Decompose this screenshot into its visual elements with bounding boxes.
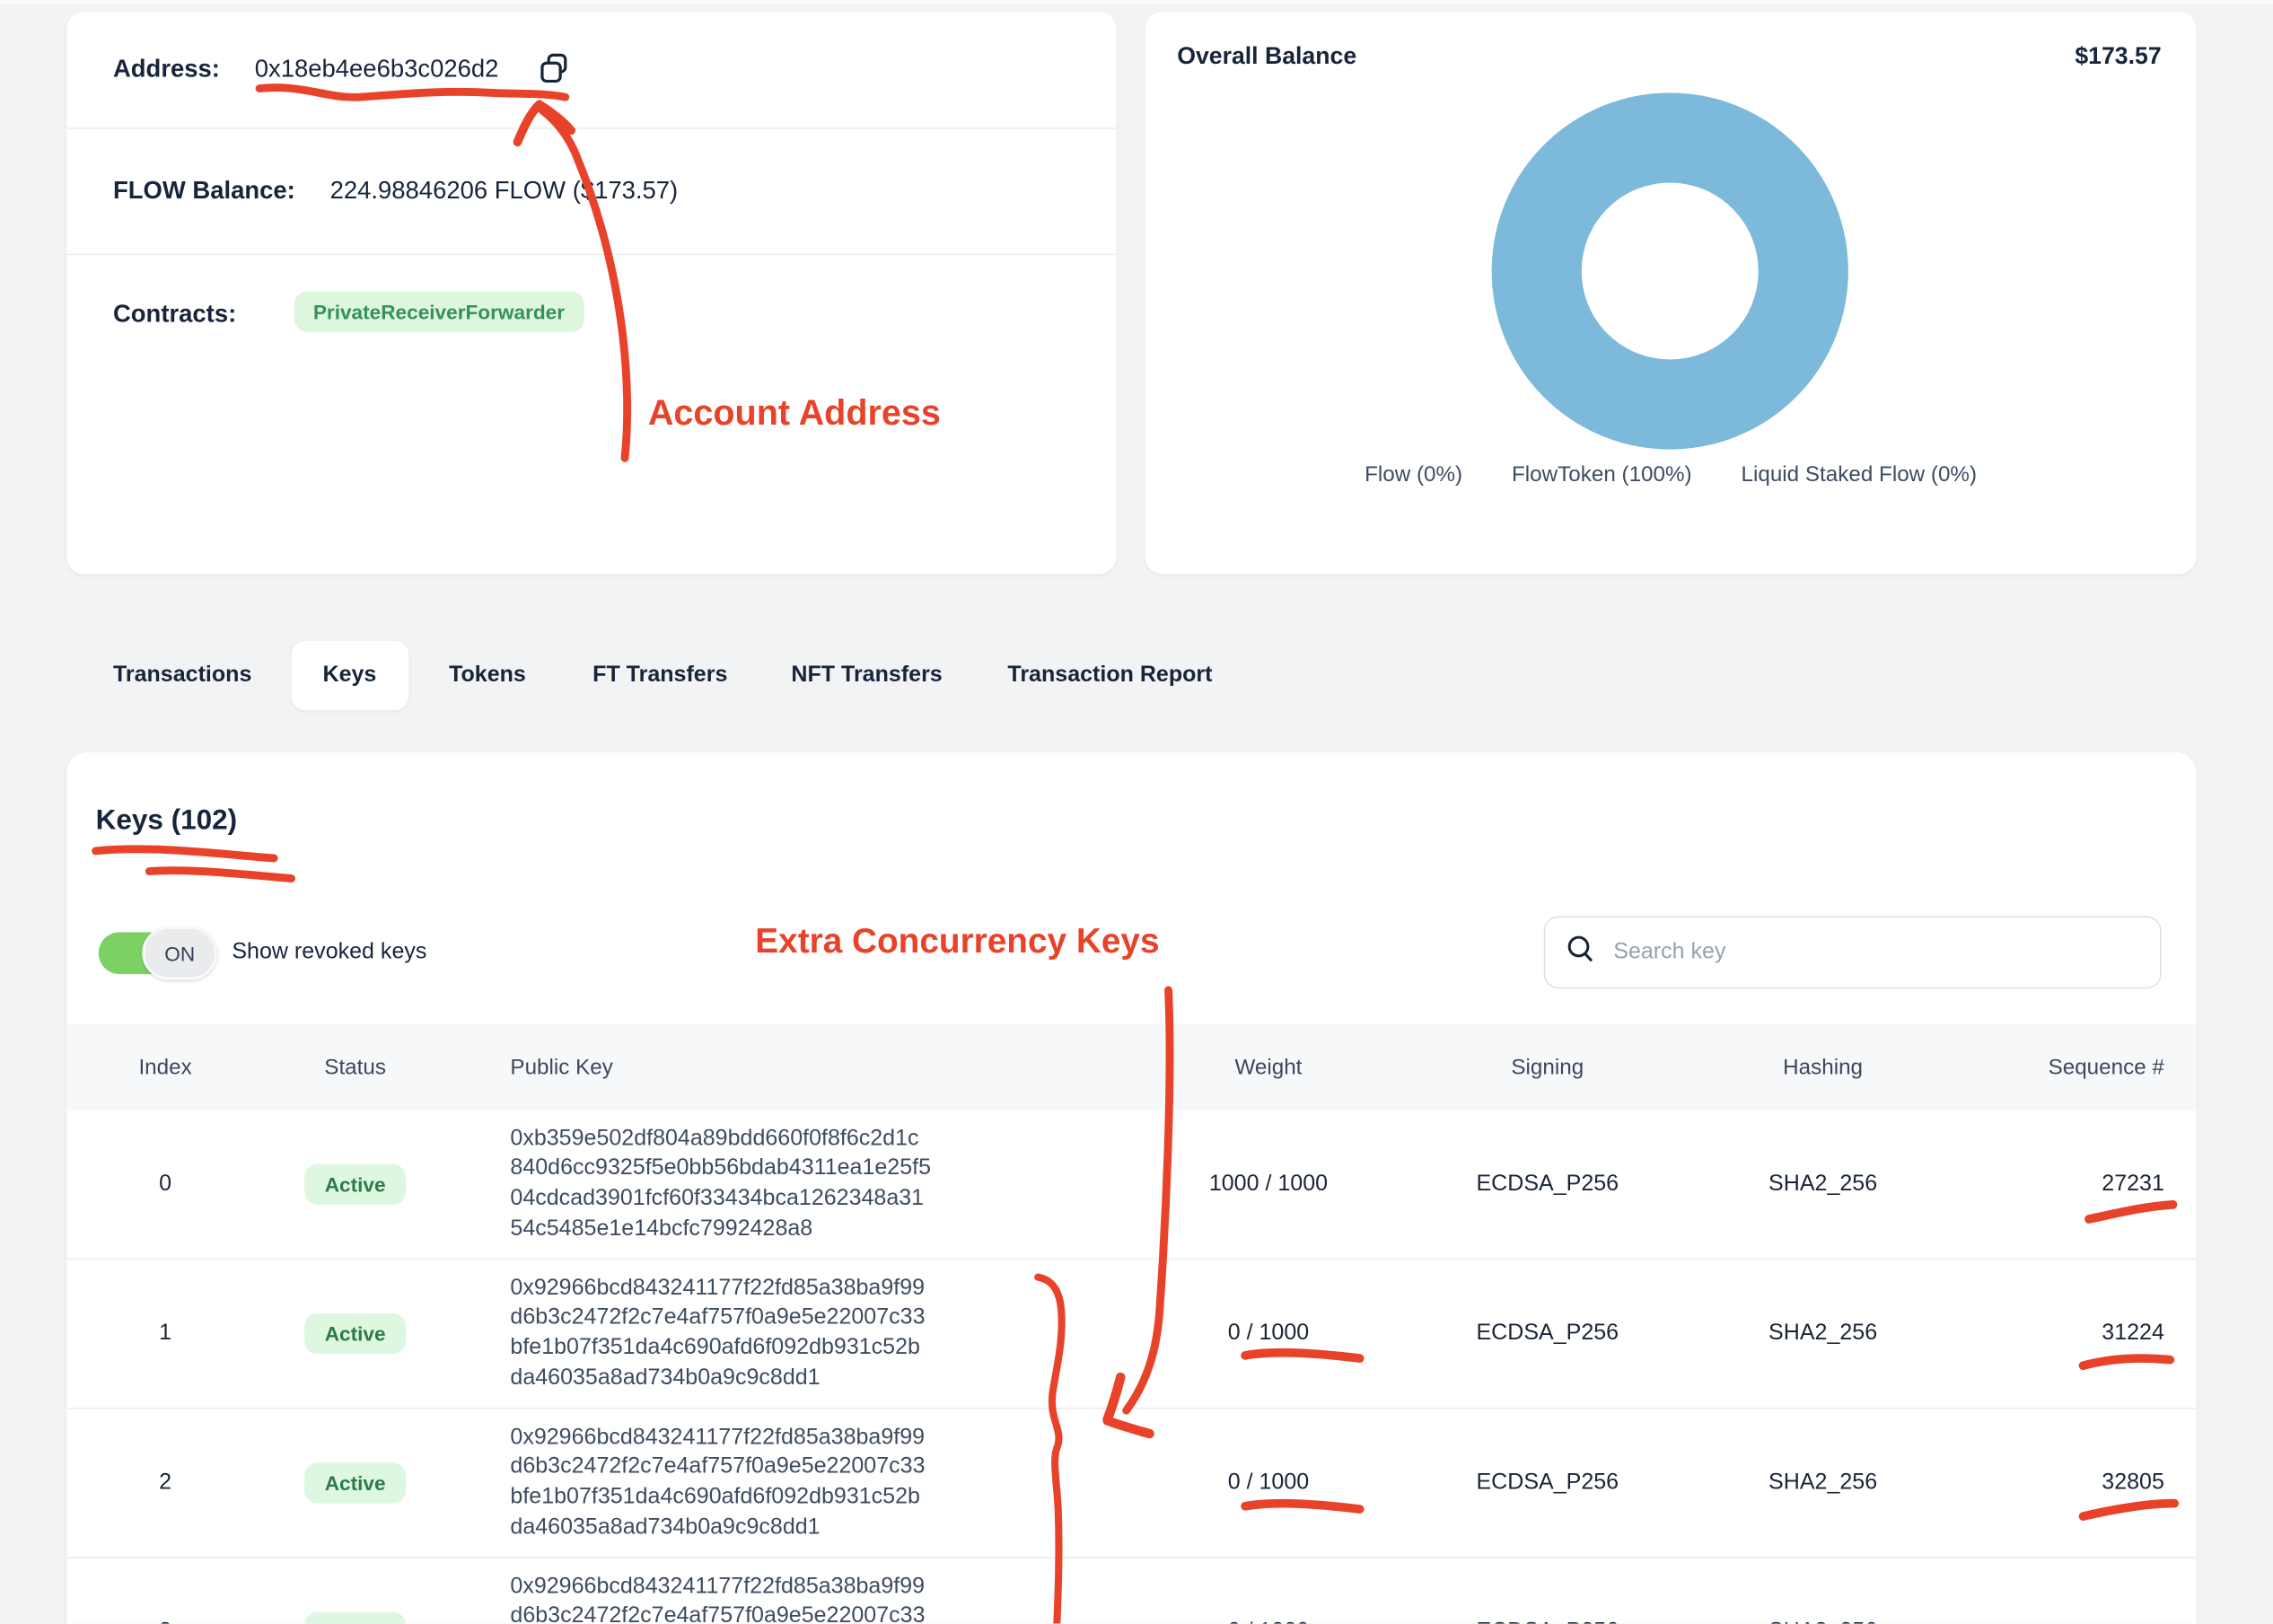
contracts-label: Contracts: [113,300,236,329]
status-badge: Active [304,1164,406,1205]
keys-table: Index Status Public Key Weight Signing H… [66,1023,2196,1624]
legend-flow: Flow (0%) [1365,462,1462,487]
toggle-knob[interactable]: ON [142,926,217,980]
keys-table-header: Index Status Public Key Weight Signing H… [66,1023,2196,1110]
key-weight: 0 / 1000 [1138,1470,1400,1496]
copy-icon [536,50,571,90]
show-revoked-toggle[interactable]: ON [99,932,217,974]
key-sequence: 31224 [1950,1321,2164,1347]
flow-balance-value: 224.98846206 FLOW ($173.57) [330,177,679,206]
col-index: Index [99,1055,233,1079]
overall-balance-card: Overall Balance $173.57 Flow (0%) FlowTo… [1145,12,2197,575]
col-sequence: Sequence # [1950,1055,2164,1079]
keys-panel: Keys (102) ON Show revoked keys Index St… [66,752,2196,1623]
tab-transactions[interactable]: Transactions [113,662,251,688]
key-signing: ECDSA_P256 [1399,1470,1696,1496]
balance-donut-chart [1492,92,1848,449]
key-index: 0 [99,1172,233,1198]
key-row-1[interactable]: 1 Active 0x92966bcd843241177f22fd85a38ba… [66,1260,2196,1409]
key-signing: ECDSA_P256 [1399,1321,1696,1347]
account-info-card: Address: 0x18eb4ee6b3c026d2 FLOW Balance… [66,12,1116,575]
contract-badge[interactable]: PrivateReceiverForwarder [294,292,584,332]
tab-tokens[interactable]: Tokens [449,662,526,688]
tab-nft-transfers[interactable]: NFT Transfers [791,662,942,688]
account-page: Address: 0x18eb4ee6b3c026d2 FLOW Balance… [0,0,2273,1624]
legend-flowtoken: FlowToken (100%) [1512,462,1692,487]
key-hashing: SHA2_256 [1696,1172,1950,1198]
tab-transaction-report[interactable]: Transaction Report [1007,662,1212,688]
tab-keys[interactable]: Keys [291,640,408,710]
col-weight: Weight [1138,1055,1400,1079]
status-badge: Active [304,1462,406,1503]
public-key: 0x92966bcd843241177f22fd85a38ba9f99 d6b3… [478,1274,1138,1393]
status-badge: Active [304,1313,406,1354]
overall-balance-title: Overall Balance [1177,43,1356,71]
key-row-2[interactable]: 2 Active 0x92966bcd843241177f22fd85a38ba… [66,1409,2196,1558]
copy-address-button[interactable] [536,52,571,87]
key-row-0[interactable]: 0 Active 0xb359e502df804a89bdd660f0f8f6c… [66,1110,2196,1260]
account-tabs: Transactions Keys Tokens FT Transfers NF… [113,638,1213,712]
address-row: Address: 0x18eb4ee6b3c026d2 [66,12,1116,129]
donut-legend: Flow (0%) FlowToken (100%) Liquid Staked… [1145,462,2197,487]
key-signing: ECDSA_P256 [1399,1172,1696,1198]
tab-ft-transfers[interactable]: FT Transfers [592,662,727,688]
col-signing: Signing [1399,1055,1696,1079]
public-key: 0xb359e502df804a89bdd660f0f8f6c2d1c 840d… [478,1125,1138,1244]
search-input[interactable] [1610,938,2139,967]
key-search-box[interactable] [1544,917,2162,989]
key-weight: 1000 / 1000 [1138,1172,1400,1198]
legend-liquid-staked: Liquid Staked Flow (0%) [1742,462,1978,487]
address-value: 0x18eb4ee6b3c026d2 [255,55,499,83]
key-hashing: SHA2_256 [1696,1470,1950,1496]
key-index: 2 [99,1470,233,1496]
contracts-row: Contracts: PrivateReceiverForwarder [66,255,1116,332]
public-key: 0x92966bcd843241177f22fd85a38ba9f99 d6b3… [478,1423,1138,1542]
key-hashing: SHA2_256 [1696,1321,1950,1347]
top-card-remnant [0,0,2273,4]
flow-balance-label: FLOW Balance: [113,177,295,206]
status-badge: Active [304,1612,406,1624]
show-revoked-label: Show revoked keys [232,939,426,965]
key-sequence: 27231 [1950,1172,2164,1198]
key-weight: 0 / 1000 [1138,1321,1400,1347]
public-key: 0x92966bcd843241177f22fd85a38ba9f99 d6b3… [478,1573,1138,1624]
col-status: Status [232,1055,478,1079]
col-hashing: Hashing [1696,1055,1950,1079]
address-label: Address: [113,55,220,83]
key-row-3-partial[interactable]: 3 Active 0x92966bcd843241177f22fd85a38ba… [66,1558,2196,1624]
search-icon [1566,934,1596,971]
key-sequence: 32805 [1950,1470,2164,1496]
overall-balance-total: $173.57 [2075,43,2161,71]
col-public-key: Public Key [478,1055,1138,1079]
keys-count-title: Keys (102) [96,804,238,838]
key-index: 1 [99,1321,233,1347]
flow-balance-row: FLOW Balance: 224.98846206 FLOW ($173.57… [66,129,1116,255]
